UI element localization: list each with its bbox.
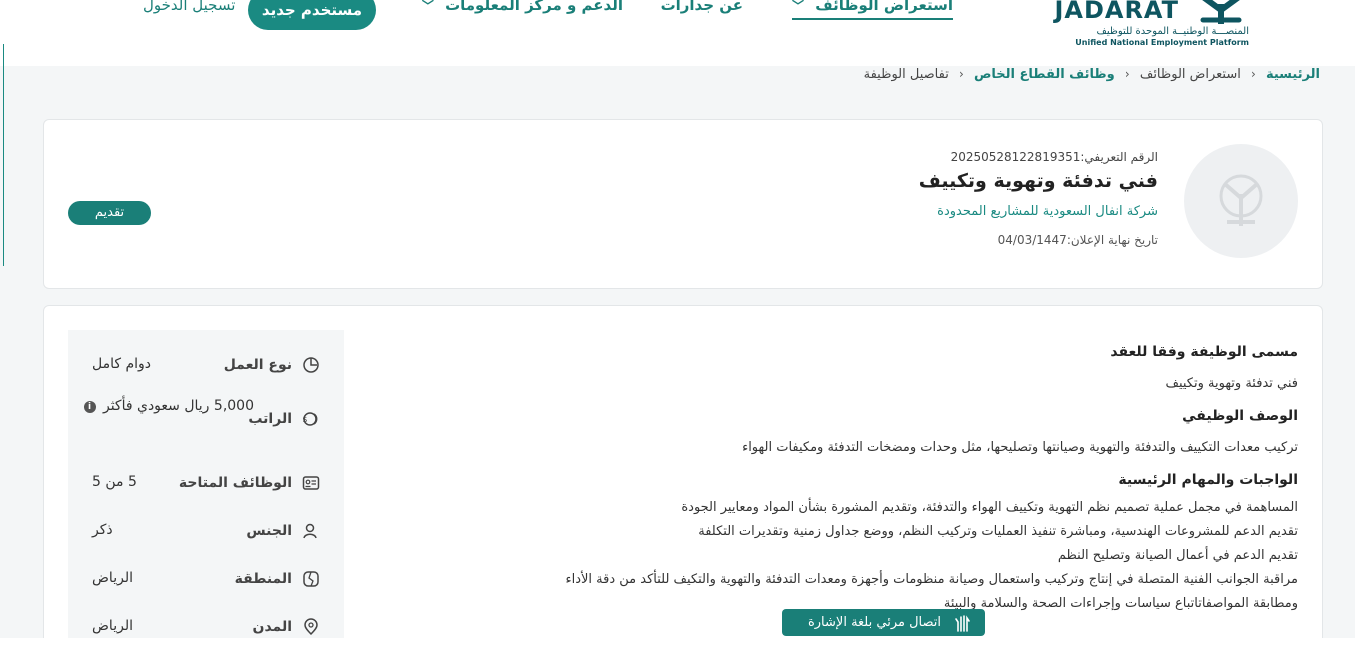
contract-title-heading: مسمى الوظيفة وفقا للعقد xyxy=(1110,344,1298,360)
job-title: فني تدفئة وتهوية وتكييف xyxy=(918,170,1158,192)
chevron-down-icon: ﹀ xyxy=(791,0,804,13)
nav-about[interactable]: عن جدارات xyxy=(661,0,743,14)
login-link[interactable]: تسجيل الدخول xyxy=(143,0,235,14)
salary-value-wrap: 5,000 ريال سعودي فأكثر i xyxy=(83,398,254,414)
city-label: المدن xyxy=(252,619,292,635)
emblem-icon xyxy=(1219,174,1263,226)
job-summary-card: الرقم التعريفي:20250528122819351 فني تدف… xyxy=(43,119,1323,289)
nav-browse-jobs[interactable]: استعراض الوظائف ﹀ xyxy=(791,0,953,20)
nav-browse-jobs-label: استعراض الوظائف xyxy=(815,0,953,14)
duty-item: تقديم الدعم للمشروعات الهندسية، ومباشرة … xyxy=(698,524,1298,539)
duty-item: المساهمة في مجمل عملية تصميم نظم التهوية… xyxy=(681,500,1298,515)
duties-heading: الواجبات والمهام الرئيسية xyxy=(1118,472,1298,488)
deadline: تاريخ نهاية الإعلان:04/03/1447 xyxy=(998,233,1158,247)
job-description-section: مسمى الوظيفة وفقا للعقد فني تدفئة وتهوية… xyxy=(398,336,1298,616)
salary-row: $ الراتب 5,000 ريال سعودي فأكثر i xyxy=(68,396,344,444)
id-card-icon xyxy=(302,476,320,490)
logo-wordmark: JADARAT xyxy=(1054,0,1179,24)
breadcrumb-separator: ‹ xyxy=(1124,67,1130,81)
job-id: الرقم التعريفي:20250528122819351 xyxy=(951,150,1158,164)
gender-value: ذكر xyxy=(92,522,113,538)
company-name-link[interactable]: شركة انفال السعودية للمشاريع المحدودة xyxy=(937,204,1158,219)
apply-button[interactable]: تقديم xyxy=(68,201,151,225)
job-id-label: الرقم التعريفي: xyxy=(1080,150,1158,164)
breadcrumb-private-sector[interactable]: وظائف القطاع الخاص xyxy=(974,67,1115,82)
vacancies-value: 5 من 5 xyxy=(92,474,137,490)
sign-language-call-button[interactable]: اتصال مرئي بلغة الإشارة xyxy=(782,609,985,636)
contract-title-value: فني تدفئة وتهوية وتكييف xyxy=(1165,376,1299,391)
breadcrumb-separator: ‹ xyxy=(958,67,964,81)
work-type-row: نوع العمل دوام كامل xyxy=(68,342,344,390)
register-button[interactable]: مستخدم جديد xyxy=(248,0,376,30)
breadcrumb-home[interactable]: الرئيسية xyxy=(1266,67,1320,82)
deadline-value: 04/03/1447 xyxy=(997,233,1067,247)
jadarat-logo[interactable]: JADARAT المنصـــة الوطنيــة الموحدة للتو… xyxy=(1054,0,1250,52)
description-value: تركيب معدات التكييف والتدفئة والتهوية وص… xyxy=(742,440,1298,455)
job-detail-card: مسمى الوظيفة وفقا للعقد فني تدفئة وتهوية… xyxy=(43,305,1323,649)
money-icon: $ xyxy=(302,412,318,426)
company-logo-placeholder xyxy=(1184,144,1298,258)
breadcrumb: الرئيسية ‹ استعراض الوظائف ‹ وظائف القطا… xyxy=(861,67,1323,82)
info-icon[interactable]: i xyxy=(83,401,96,413)
duties-list: المساهمة في مجمل عملية تصميم نظم التهوية… xyxy=(398,496,1298,616)
location-pin-icon xyxy=(304,618,318,636)
vacancies-row: الوظائف المتاحة 5 من 5 xyxy=(68,460,344,508)
work-type-label: نوع العمل xyxy=(223,357,292,373)
job-attributes-panel: نوع العمل دوام كامل $ الراتب 5,000 ريال … xyxy=(68,330,344,649)
map-region-icon xyxy=(303,571,319,587)
job-id-value: 20250528122819351 xyxy=(950,150,1081,164)
nav-about-label: عن جدارات xyxy=(660,0,743,14)
region-value: الرياض xyxy=(92,570,133,586)
gender-label: الجنس xyxy=(246,523,292,539)
vacancies-label: الوظائف المتاحة xyxy=(178,475,292,491)
duty-item: تقديم الدعم في أعمال الصيانة وتصليح النظ… xyxy=(1057,548,1298,563)
page-bottom-strip xyxy=(0,638,1355,649)
breadcrumb-browse[interactable]: استعراض الوظائف xyxy=(1140,67,1241,82)
chevron-down-icon: ﹀ xyxy=(421,0,434,13)
pie-chart-icon xyxy=(303,357,319,373)
city-value: الرياض xyxy=(92,618,133,634)
top-header: JADARAT المنصـــة الوطنيــة الموحدة للتو… xyxy=(0,0,1355,66)
salary-label: الراتب xyxy=(248,411,292,427)
work-type-value: دوام كامل xyxy=(92,356,152,372)
duty-item: مراقبة الجوانب الفنية المتصلة في إنتاج و… xyxy=(565,572,1298,587)
left-edge-divider xyxy=(3,44,4,266)
svg-text:$: $ xyxy=(302,415,307,424)
nav-support[interactable]: الدعم و مركز المعلومات ﹀ xyxy=(422,0,623,14)
region-label: المنطقة xyxy=(234,571,292,587)
logo-emblem-icon xyxy=(1200,0,1242,24)
deadline-label: تاريخ نهاية الإعلان: xyxy=(1066,233,1158,247)
sign-language-hand-icon xyxy=(955,615,970,632)
sign-language-label: اتصال مرئي بلغة الإشارة xyxy=(807,615,941,630)
breadcrumb-current: تفاصيل الوظيفة xyxy=(863,67,949,82)
breadcrumb-separator: ‹ xyxy=(1251,67,1256,81)
user-icon xyxy=(303,523,317,539)
logo-arabic-tagline: المنصـــة الوطنيــة الموحدة للتوظيف xyxy=(1096,26,1250,37)
region-row: المنطقة الرياض xyxy=(68,556,344,604)
logo-english-tagline: Unified National Employment Platform xyxy=(1075,38,1249,47)
nav-support-label: الدعم و مركز المعلومات xyxy=(445,0,623,14)
salary-value: 5,000 ريال سعودي فأكثر xyxy=(102,398,254,414)
description-heading: الوصف الوظيفي xyxy=(1182,408,1298,424)
gender-row: الجنس ذكر xyxy=(68,508,344,556)
